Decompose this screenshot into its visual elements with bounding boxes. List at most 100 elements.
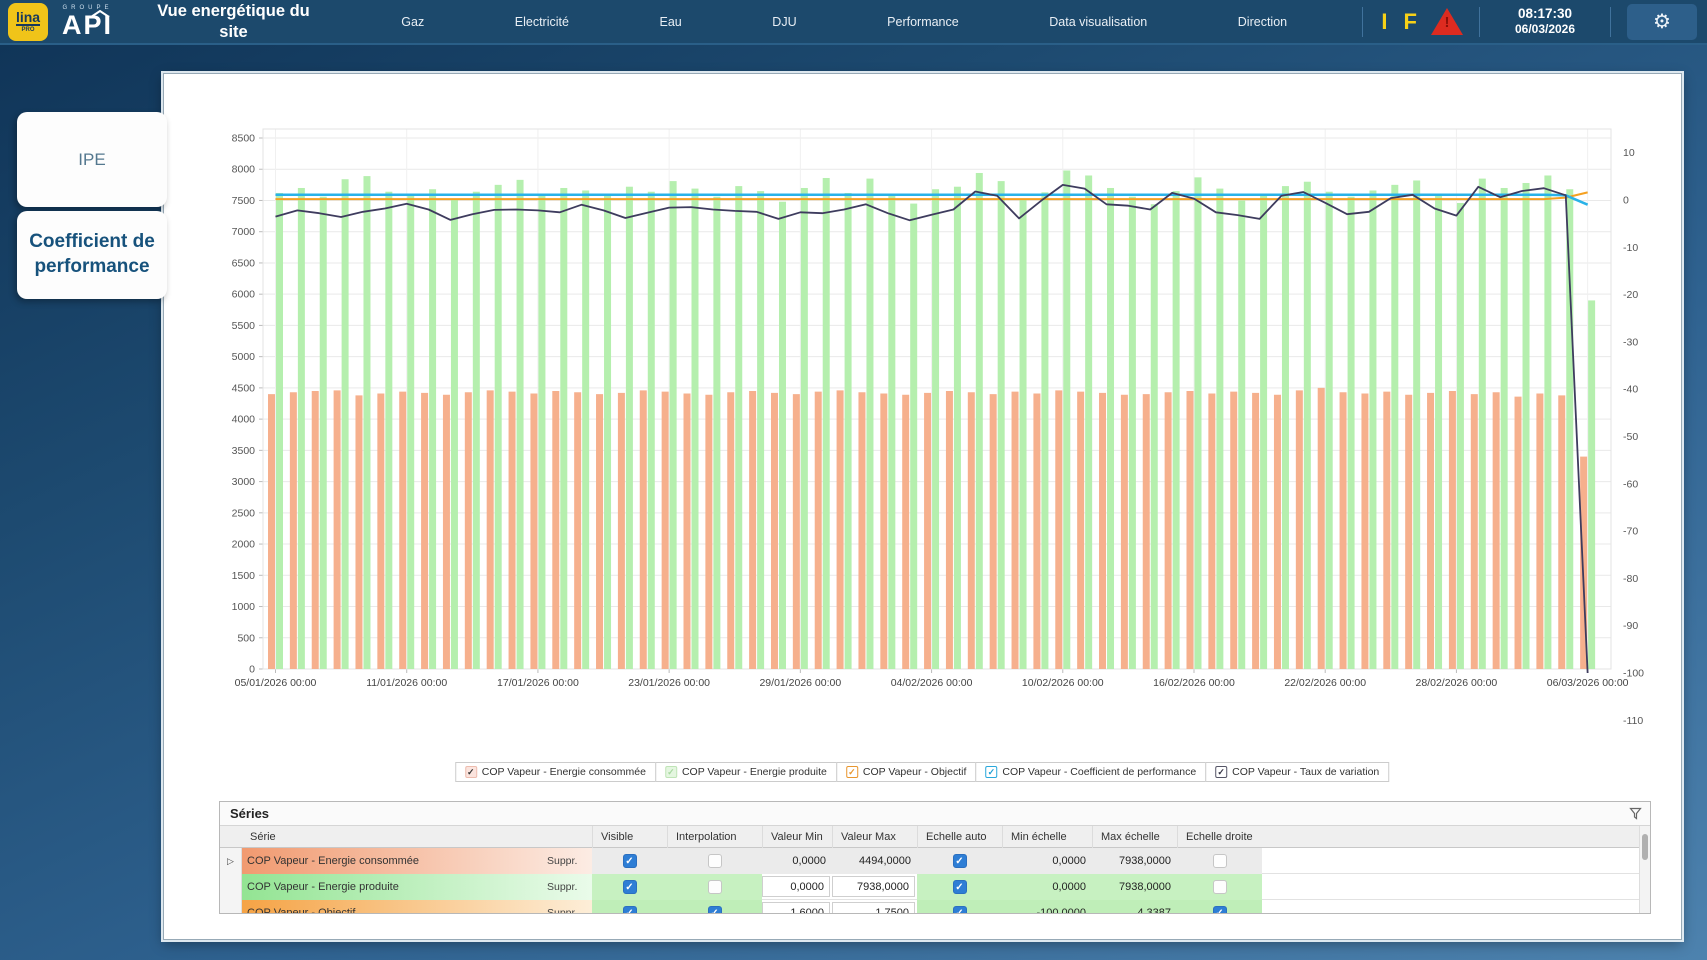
scrollbar-thumb[interactable] (1642, 834, 1648, 860)
value-input[interactable]: 0,0000 (762, 876, 830, 897)
row-expander[interactable]: ▷ (220, 848, 242, 874)
value-input[interactable]: 1,7500 (832, 902, 915, 914)
tab-ipe[interactable]: IPE (17, 112, 167, 207)
delete-link[interactable]: Suppr. (547, 907, 577, 914)
svg-text:29/01/2026 00:00: 29/01/2026 00:00 (759, 677, 841, 689)
column-header-valeur-max[interactable]: Valeur Max (832, 826, 917, 848)
svg-text:4500: 4500 (232, 382, 256, 394)
svg-text:-40: -40 (1623, 384, 1638, 396)
column-header-echelle-auto[interactable]: Echelle auto (917, 826, 1002, 848)
column-header-valeur-min[interactable]: Valeur Min (762, 826, 832, 848)
checkbox[interactable] (708, 854, 722, 868)
warning-triangle-icon[interactable]: ! (1431, 8, 1463, 35)
column-header-max-chelle[interactable]: Max échelle (1092, 826, 1177, 848)
checkbox[interactable]: ✓ (953, 906, 967, 914)
column-header-echelle-droite[interactable]: Echelle droite (1177, 826, 1262, 848)
column-header-visible[interactable]: Visible (592, 826, 667, 848)
series-panel-titlebar: Séries (220, 802, 1650, 826)
series-table-body: ▷ COP Vapeur - Energie consommée Suppr. ✓ 0,… (220, 848, 1650, 914)
lina-logo-text: lina (16, 10, 40, 26)
checkbox[interactable]: ✓ (623, 906, 637, 914)
checkbox-cell: ✓ (917, 900, 1002, 914)
series-name: COP Vapeur - Energie consommée (247, 855, 419, 867)
svg-text:5000: 5000 (232, 351, 256, 363)
value-cell: 7938,0000 (1092, 874, 1177, 900)
svg-text:11/01/2026 00:00: 11/01/2026 00:00 (366, 677, 447, 689)
svg-text:5500: 5500 (232, 320, 256, 332)
legend-item-cop-vapeur-energie-consomm-e[interactable]: ✓COP Vapeur - Energie consommée (455, 762, 656, 782)
clock-time: 08:17:30 (1490, 5, 1600, 23)
checkbox[interactable]: ✓ (623, 880, 637, 894)
legend-item-cop-vapeur-energie-produite[interactable]: ✓COP Vapeur - Energie produite (655, 762, 837, 782)
indicator-i: I (1381, 11, 1387, 33)
value-cell: 7938,0000 (1092, 848, 1177, 874)
tab-coefficient-de-performance[interactable]: Coefficient de performance (17, 211, 167, 299)
table-row-cop-vapeur-energie-consomm-e[interactable]: ▷COP Vapeur - Energie consomméeSuppr.✓0,… (220, 848, 1650, 874)
svg-text:0: 0 (249, 664, 255, 676)
bars-cop-vapeur-energie-consomm-e (268, 388, 1587, 669)
svg-text:0: 0 (1623, 195, 1629, 207)
svg-text:28/02/2026 00:00: 28/02/2026 00:00 (1416, 677, 1498, 689)
nav-item-dju[interactable]: DJU (772, 15, 796, 29)
delete-link[interactable]: Suppr. (547, 881, 577, 893)
legend-checkbox[interactable]: ✓ (1215, 766, 1227, 778)
column-header-s-rie[interactable]: Série (242, 826, 592, 848)
series-table-scrollbar[interactable] (1639, 826, 1650, 914)
row-expander[interactable] (220, 900, 242, 914)
nav-item-gaz[interactable]: Gaz (401, 15, 424, 29)
api-groupe-logo: GROUPE API (62, 5, 113, 39)
legend-checkbox[interactable]: ✓ (665, 766, 677, 778)
checkbox[interactable] (1213, 854, 1227, 868)
filter-icon[interactable] (1629, 807, 1642, 820)
svg-text:1500: 1500 (232, 570, 256, 582)
right-axis-labels: 100-10-20-30-40-50-60-70-80-90-100-110 (1623, 147, 1644, 727)
column-header-interpolation[interactable]: Interpolation (667, 826, 762, 848)
table-row-cop-vapeur-objectif[interactable]: COP Vapeur - ObjectifSuppr.✓✓1,60001,750… (220, 900, 1650, 914)
checkbox[interactable]: ✓ (953, 854, 967, 868)
table-row-cop-vapeur-energie-produite[interactable]: COP Vapeur - Energie produiteSuppr.✓0,00… (220, 874, 1650, 900)
nav-item-eau[interactable]: Eau (660, 15, 682, 29)
legend-item-cop-vapeur-taux-de-variation[interactable]: ✓ COP Vapeur - Taux de variation (1205, 762, 1389, 782)
checkbox[interactable]: ✓ (708, 906, 722, 914)
row-expander[interactable] (220, 874, 242, 900)
legend-checkbox[interactable]: ✓ (985, 766, 997, 778)
svg-text:05/01/2026 00:00: 05/01/2026 00:00 (235, 677, 317, 689)
main-panel: 0500100015002000250030003500400045005000… (163, 73, 1682, 940)
value-input[interactable]: 7938,0000 (832, 876, 915, 897)
series-panel: Séries SérieVisibleInterpolationValeur M… (219, 801, 1651, 914)
checkbox[interactable]: ✓ (953, 880, 967, 894)
warning-exclamation: ! (1431, 14, 1463, 31)
legend-item-cop-vapeur-coefficient-de-performance[interactable]: ✓COP Vapeur - Coefficient de performance (975, 762, 1206, 782)
top-nav: Gaz Electricité Eau DJU Performance Data visu… (356, 15, 1332, 29)
svg-text:7500: 7500 (232, 195, 256, 207)
checkbox[interactable] (708, 880, 722, 894)
svg-text:3500: 3500 (232, 445, 256, 457)
legend-label: COP Vapeur - Taux de variation (1232, 766, 1379, 778)
legend-checkbox[interactable]: ✓ (465, 766, 477, 778)
header-divider (1479, 7, 1480, 37)
delete-link[interactable]: Suppr. (547, 855, 577, 867)
checkbox-cell: ✓ (592, 848, 667, 874)
checkbox[interactable]: ✓ (1213, 906, 1227, 914)
nav-item-data-visualisation[interactable]: Data visualisation (1049, 15, 1147, 29)
svg-text:8500: 8500 (232, 133, 256, 145)
series-panel-title: Séries (230, 806, 269, 821)
legend-item-cop-vapeur-objectif[interactable]: ✓COP Vapeur - Objectif (836, 762, 977, 782)
indicator-f: F (1404, 11, 1417, 33)
checkbox-cell: ✓ (1177, 900, 1262, 914)
value-input[interactable]: 1,6000 (762, 902, 830, 914)
nav-item-direction[interactable]: Direction (1238, 15, 1287, 29)
gear-icon: ⚙ (1653, 9, 1671, 34)
svg-text:10/02/2026 00:00: 10/02/2026 00:00 (1022, 677, 1104, 689)
series-table-header: SérieVisibleInterpolationValeur MinValeu… (220, 826, 1650, 848)
page-title: Vue energétique du site (141, 1, 326, 42)
column-header-min-chelle[interactable]: Min échelle (1002, 826, 1092, 848)
checkbox[interactable] (1213, 880, 1227, 894)
nav-item-electricit[interactable]: Electricité (515, 15, 569, 29)
settings-button[interactable]: ⚙ (1627, 4, 1697, 40)
legend-checkbox[interactable]: ✓ (846, 766, 858, 778)
nav-item-performance[interactable]: Performance (887, 15, 959, 29)
svg-text:-30: -30 (1623, 336, 1638, 348)
value-cell: -100,0000 (1002, 900, 1092, 914)
checkbox[interactable]: ✓ (623, 854, 637, 868)
